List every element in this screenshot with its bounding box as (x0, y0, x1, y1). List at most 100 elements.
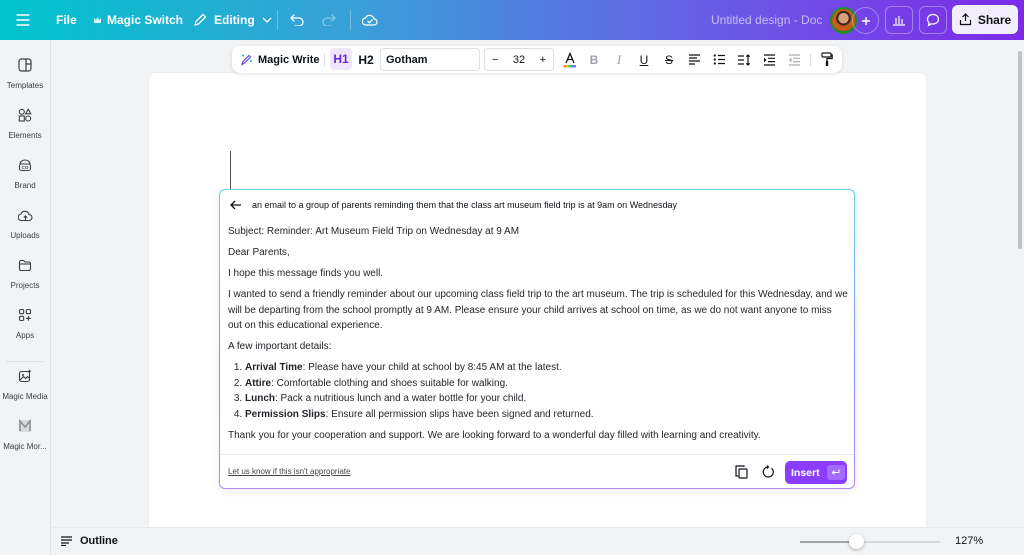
arrow-left-icon (230, 200, 241, 210)
left-sidebar: Templates Elements CO Brand Uploads Proj… (0, 40, 51, 555)
bullet-list-icon (713, 54, 725, 65)
outline-button[interactable]: Outline (60, 535, 118, 547)
h1-label: H1 (333, 52, 349, 66)
detail-term: Arrival Time (245, 362, 303, 373)
sidebar-item-templates[interactable]: Templates (0, 56, 50, 90)
sidebar-item-elements[interactable]: Elements (0, 106, 50, 140)
detail-term: Permission Slips (245, 408, 326, 420)
details-intro: A few important details: (228, 341, 332, 352)
text-color-button[interactable] (560, 46, 580, 73)
detail-text: : Please have your child at school by 8:… (302, 362, 562, 373)
outdent-button[interactable] (785, 46, 803, 73)
footer-divider (220, 454, 854, 455)
apps-icon (16, 306, 34, 324)
magic-morph-icon (16, 417, 34, 435)
italic-icon: I (616, 51, 622, 67)
document-title[interactable]: Untitled design - Doc (711, 0, 822, 40)
undo-button[interactable] (290, 0, 304, 40)
outdent-icon (788, 53, 800, 66)
line-spacing-icon (738, 53, 751, 66)
sidebar-item-magic-media[interactable]: Magic Media (0, 367, 50, 401)
list-item: Permission Slips: Ensure all permission … (245, 407, 848, 423)
zoom-slider[interactable] (800, 534, 940, 549)
detail-text: : Pack a nutritious lunch and a water bo… (275, 393, 527, 404)
sidebar-item-projects[interactable]: Projects (0, 256, 50, 290)
sidebar-item-label: Elements (8, 131, 42, 140)
sidebar-item-label: Uploads (10, 231, 40, 240)
add-collaborator-button[interactable] (852, 7, 879, 34)
chevron-down-icon (262, 17, 272, 23)
zoom-slider-fill (800, 541, 856, 543)
indent-icon (763, 53, 775, 66)
indent-button[interactable] (760, 46, 778, 73)
magic-write-prompt: an email to a group of parents reminding… (252, 200, 678, 210)
decrease-font-size-button[interactable]: − (492, 54, 498, 66)
detail-text: : Comfortable clothing and shoes suitabl… (271, 377, 508, 389)
divider (810, 54, 811, 66)
font-size-input[interactable]: 32 (513, 54, 525, 66)
undo-icon (290, 14, 304, 26)
bold-button[interactable]: B (585, 46, 603, 73)
copy-button[interactable] (732, 463, 750, 481)
font-family-selector[interactable]: Gotham (380, 48, 480, 71)
elements-icon (16, 106, 34, 124)
bottom-bar: Outline 127% ? (52, 527, 1024, 555)
text-format-toolbar: Magic Write H1 H2 Gotham − 32 + B I U S (232, 46, 842, 73)
comments-button[interactable] (919, 6, 947, 34)
magic-write-button[interactable]: Magic Write (240, 46, 320, 73)
sidebar-item-label: Magic Media (2, 392, 48, 401)
italic-button[interactable]: I (610, 46, 628, 73)
strikethrough-button[interactable]: S (660, 46, 678, 73)
sidebar-item-uploads[interactable]: Uploads (0, 206, 50, 240)
generated-text: Subject: Reminder: Art Museum Field Trip… (228, 224, 848, 449)
templates-icon (16, 56, 34, 74)
comment-icon (926, 13, 940, 27)
increase-font-size-button[interactable]: + (540, 54, 546, 66)
divider (277, 10, 278, 30)
magic-media-icon (16, 367, 34, 385)
back-button[interactable] (230, 200, 242, 210)
strikethrough-icon: S (664, 52, 673, 67)
main-menu-button[interactable] (16, 0, 30, 40)
share-button[interactable]: Share (952, 5, 1018, 34)
spacing-button[interactable] (735, 46, 753, 73)
file-menu-button[interactable]: File (56, 0, 77, 40)
zoom-slider-thumb[interactable] (848, 534, 864, 549)
magic-switch-button[interactable]: Magic Switch (93, 0, 183, 40)
file-label: File (56, 13, 77, 27)
enter-key-icon (826, 465, 845, 480)
magic-write-label: Magic Write (258, 53, 320, 66)
cloud-save-status[interactable] (362, 0, 378, 40)
details-list: Arrival Time: Please have your child at … (245, 360, 848, 422)
copy-style-button[interactable] (818, 46, 836, 73)
align-left-icon (688, 54, 700, 65)
list-button[interactable] (710, 46, 728, 73)
list-item: Arrival Time: Please have your child at … (245, 360, 848, 376)
heading-1-button[interactable]: H1 (330, 48, 352, 70)
report-inappropriate-link[interactable]: Let us know if this isn't appropriate (228, 467, 350, 476)
outline-label: Outline (80, 535, 118, 547)
sidebar-item-magic-morph[interactable]: Magic Mor... (0, 417, 50, 451)
editing-mode-dropdown[interactable]: Editing (193, 0, 272, 40)
list-item: Lunch: Pack a nutritious lunch and a wat… (245, 391, 848, 407)
alignment-button[interactable] (685, 46, 703, 73)
zoom-level[interactable]: 127% (955, 535, 983, 547)
email-closing: Thank you for your cooperation and suppo… (228, 429, 761, 441)
redo-button[interactable] (322, 0, 336, 40)
share-label: Share (977, 12, 1012, 27)
insert-label: Insert (791, 466, 820, 479)
magic-wand-icon (240, 54, 252, 66)
uploads-icon (16, 206, 34, 224)
sidebar-item-brand[interactable]: CO Brand (0, 156, 50, 190)
insert-button[interactable]: Insert (785, 461, 847, 484)
heading-2-button[interactable]: H2 (355, 46, 377, 73)
svg-text:CO: CO (22, 165, 29, 170)
sidebar-item-apps[interactable]: Apps (0, 306, 50, 340)
insights-button[interactable] (885, 6, 913, 34)
underline-button[interactable]: U (635, 46, 653, 73)
crown-icon (94, 17, 101, 23)
text-color-icon (564, 51, 576, 67)
paint-roller-icon (821, 52, 833, 66)
vertical-scrollbar[interactable] (1018, 51, 1022, 249)
regenerate-button[interactable] (759, 463, 777, 481)
